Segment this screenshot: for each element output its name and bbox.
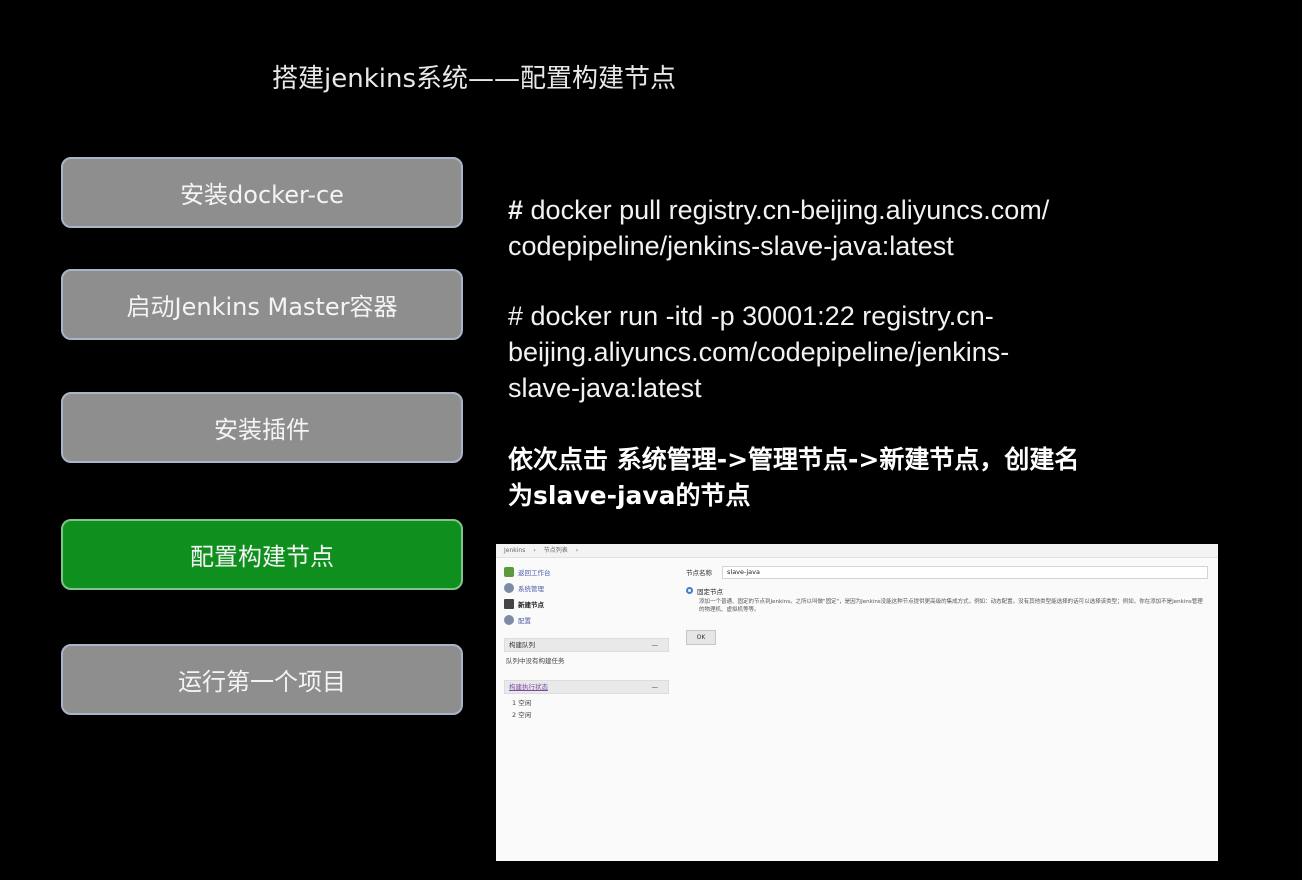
command-line: slave-java:latest	[508, 373, 702, 403]
home-icon	[504, 567, 514, 577]
task-configure[interactable]: 配置	[504, 612, 669, 628]
build-queue-header: 构建队列 —	[504, 638, 669, 652]
step-install-plugins-button[interactable]: 安装插件	[61, 392, 463, 463]
command-line: # docker run -itd -p 30001:22 registry.c…	[508, 301, 994, 331]
task-manage-jenkins[interactable]: 系统管理	[504, 580, 669, 596]
permanent-agent-label: 固定节点	[697, 588, 723, 596]
hash-prompt: #	[508, 195, 524, 225]
task-back-to-dashboard[interactable]: 返回工作台	[504, 564, 669, 580]
permanent-agent-description: 添加一个普通、固定的节点到Jenkins。之所以叫做"固定"，是因为Jenkin…	[699, 599, 1203, 613]
node-name-label: 节点名称	[686, 569, 712, 577]
task-label: 配置	[518, 617, 531, 625]
docker-run-command: # docker run -itd -p 30001:22 registry.c…	[508, 298, 1188, 406]
executor-status-body: 1 空闲 2 空闲	[504, 694, 669, 724]
step-install-docker-button[interactable]: 安装docker-ce	[61, 157, 463, 228]
executor-item: 1 空闲	[512, 699, 532, 707]
new-node-form: 节点名称 slave-java 固定节点 添加一个普通、固定的节点到Jenkin…	[686, 564, 1208, 645]
build-queue-title: 构建队列	[509, 641, 535, 649]
task-label: 返回工作台	[518, 569, 551, 577]
permanent-agent-radio[interactable]	[686, 587, 693, 594]
collapse-icon[interactable]: —	[652, 639, 659, 651]
task-label: 新建节点	[518, 601, 544, 609]
breadcrumb-separator: ›	[533, 547, 536, 554]
command-line: beijing.aliyuncs.com/codepipeline/jenkin…	[508, 337, 1010, 367]
slide-title: 搭建jenkins系统——配置构建节点	[272, 64, 677, 94]
executor-status-title[interactable]: 构建执行状态	[509, 681, 548, 693]
breadcrumb-separator: ›	[575, 547, 579, 554]
instruction-line: 为slave-java的节点	[508, 481, 751, 510]
command-line: codepipeline/jenkins-slave-java:latest	[508, 231, 954, 261]
docker-pull-command: # docker pull registry.cn-beijing.aliyun…	[508, 192, 1188, 264]
instruction-line: 依次点击 系统管理->管理节点->新建节点，创建名	[508, 445, 1080, 474]
gear-icon	[504, 615, 514, 625]
gear-icon	[504, 583, 514, 593]
breadcrumb-jenkins[interactable]: Jenkins	[504, 544, 525, 557]
instruction-text: 依次点击 系统管理->管理节点->新建节点，创建名 为slave-java的节点	[508, 442, 1208, 514]
breadcrumb: Jenkins › 节点列表 ›	[496, 544, 1218, 558]
ok-button[interactable]: OK	[686, 630, 716, 645]
step-run-first-project-button[interactable]: 运行第一个项目	[61, 644, 463, 715]
breadcrumb-node-list[interactable]: 节点列表	[544, 544, 568, 557]
jenkins-sidebar: 返回工作台 系统管理 新建节点 配置 构建队列 — 队列中没有构建任务 构建执行…	[504, 564, 669, 724]
jenkins-screenshot: Jenkins › 节点列表 › 返回工作台 系统管理 新建节点 配置 构建队列…	[496, 544, 1218, 861]
executor-item: 2 空闲	[512, 711, 532, 719]
task-new-node[interactable]: 新建节点	[504, 596, 669, 612]
task-label: 系统管理	[518, 585, 544, 593]
executor-status-header: 构建执行状态 —	[504, 680, 669, 694]
node-name-input[interactable]: slave-java	[722, 565, 1208, 579]
build-queue-body: 队列中没有构建任务	[506, 657, 565, 665]
collapse-icon[interactable]: —	[652, 681, 659, 693]
command-line: docker pull registry.cn-beijing.aliyuncs…	[523, 195, 1050, 225]
step-start-master-button[interactable]: 启动Jenkins Master容器	[61, 269, 463, 340]
document-icon	[504, 599, 514, 609]
step-configure-node-button[interactable]: 配置构建节点	[61, 519, 463, 590]
